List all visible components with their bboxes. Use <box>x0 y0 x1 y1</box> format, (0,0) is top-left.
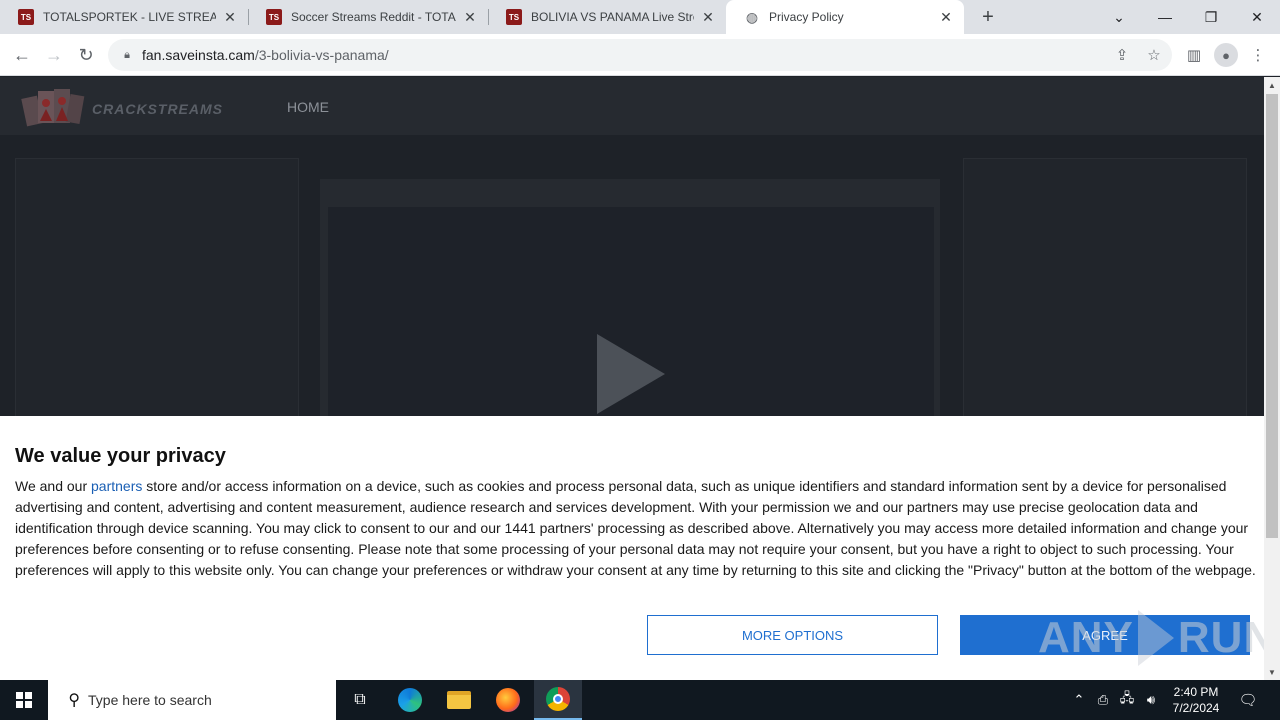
firefox-icon <box>496 688 520 712</box>
address-bar[interactable]: 🔒︎ fan.saveinsta.cam/3-bolivia-vs-panama… <box>108 39 1172 71</box>
tab-title: BOLIVIA VS PANAMA Live Stream <box>531 10 694 24</box>
forward-arrow-icon[interactable]: → <box>41 42 67 68</box>
clock-time: 2:40 PM <box>1173 685 1219 699</box>
browser-toolbar: ← → ↻ 🔒︎ fan.saveinsta.cam/3-bolivia-vs-… <box>0 34 1280 76</box>
more-options-button[interactable]: MORE OPTIONS <box>647 615 938 655</box>
taskbar-chrome[interactable] <box>534 680 582 720</box>
consent-text-intro: We and our <box>15 478 92 494</box>
task-view-button[interactable]: ⧉ <box>336 680 384 720</box>
search-icon: ⚲ <box>68 692 80 709</box>
right-ad-panel <box>963 158 1247 458</box>
scrollbar-thumb[interactable] <box>1266 94 1278 538</box>
url-host: fan.saveinsta.cam <box>142 47 255 63</box>
close-tab-icon[interactable]: ✕ <box>938 9 954 25</box>
scroll-up-arrow-icon[interactable]: ▲ <box>1264 77 1280 93</box>
play-icon[interactable] <box>597 334 665 414</box>
taskbar-firefox[interactable] <box>484 680 532 720</box>
watermark-text-left: ANY <box>1038 613 1134 662</box>
side-panel-icon[interactable]: ▥ <box>1182 43 1206 67</box>
edge-icon <box>398 688 422 712</box>
taskbar-clock[interactable]: 2:40 PM 7/2/2024 <box>1168 684 1224 716</box>
volume-icon[interactable]: 🔊︎ <box>1140 680 1162 720</box>
left-ad-panel <box>15 158 299 458</box>
clock-date: 7/2/2024 <box>1172 701 1220 715</box>
crackstreams-logo-icon[interactable] <box>20 85 86 127</box>
url-path: /3-bolivia-vs-panama/ <box>254 47 389 63</box>
consent-text-body: store and/or access information on a dev… <box>15 478 1256 578</box>
totalsportek-favicon-icon: TS <box>18 9 34 25</box>
task-view-icon: ⧉ <box>354 691 366 708</box>
windows-taskbar: ⚲ Type here to search ⧉ ⌃ ⎙ 🖧︎ 🔊︎ 2:40 P… <box>0 680 1280 720</box>
taskbar-file-explorer[interactable] <box>435 680 483 720</box>
globe-icon: ◍ <box>745 8 759 25</box>
start-button[interactable] <box>0 680 48 720</box>
new-tab-button[interactable]: + <box>976 5 1000 29</box>
taskbar-edge[interactable] <box>386 680 434 720</box>
web-page: CRACKSTREAMS HOME We value your privacy … <box>0 77 1264 680</box>
site-logo-text[interactable]: CRACKSTREAMS <box>92 101 223 117</box>
anyrun-watermark: ANY RUN <box>1038 608 1264 668</box>
tab-soccer-streams[interactable]: TS Soccer Streams Reddit - TOTALSPORTEK … <box>248 0 488 34</box>
close-tab-icon[interactable]: ✕ <box>462 9 478 25</box>
watermark-text-right: RUN <box>1177 613 1264 662</box>
tab-search-chevron-down-icon[interactable]: ⌄ <box>1096 0 1142 34</box>
network-icon[interactable]: 🖧︎ <box>1116 680 1138 720</box>
chrome-icon <box>546 687 570 711</box>
reload-icon[interactable]: ↻ <box>73 42 99 68</box>
consent-text: We and our partners store and/or access … <box>15 476 1261 581</box>
url-text[interactable]: fan.saveinsta.cam/3-bolivia-vs-panama/ <box>142 47 389 63</box>
close-tab-icon[interactable]: ✕ <box>222 9 238 25</box>
windows-logo-icon <box>16 692 32 708</box>
profile-avatar-icon[interactable]: ● <box>1214 43 1238 67</box>
privacy-consent-banner: We value your privacy We and our partner… <box>0 416 1264 680</box>
tab-title: Privacy Policy <box>769 10 844 24</box>
search-placeholder: Type here to search <box>88 692 212 708</box>
partners-link[interactable]: partners <box>91 478 142 494</box>
site-header: CRACKSTREAMS HOME <box>0 77 1264 135</box>
browser-tab-strip: TS TOTALSPORTEK - LIVE STREAMS ✕ TS Socc… <box>0 0 1280 34</box>
tray-device-icon[interactable]: ⎙ <box>1092 680 1114 720</box>
taskbar-search-box[interactable]: ⚲ Type here to search <box>48 680 336 720</box>
folder-icon <box>447 691 471 709</box>
tray-chevron-up-icon[interactable]: ⌃ <box>1068 680 1090 720</box>
scroll-down-arrow-icon[interactable]: ▼ <box>1264 664 1280 680</box>
page-scrollbar[interactable]: ▲ ▼ <box>1264 77 1280 680</box>
tab-title: Soccer Streams Reddit - TOTALSPORTEK <box>291 10 456 24</box>
tab-privacy-policy[interactable]: ◍ Privacy Policy ✕ <box>726 0 964 34</box>
notification-icon[interactable]: 🗨︎ <box>1232 680 1264 720</box>
watermark-play-icon <box>1137 610 1174 666</box>
back-arrow-icon[interactable]: ← <box>9 42 35 68</box>
bookmark-star-icon[interactable]: ☆ <box>1144 45 1164 65</box>
consent-heading: We value your privacy <box>15 445 226 467</box>
tab-title: TOTALSPORTEK - LIVE STREAMS <box>43 10 216 24</box>
tab-bolivia-vs-panama[interactable]: TS BOLIVIA VS PANAMA Live Stream ✕ <box>488 0 726 34</box>
share-icon[interactable]: ⇪ <box>1112 45 1132 65</box>
tab-totalsportek[interactable]: TS TOTALSPORTEK - LIVE STREAMS ✕ <box>0 0 248 34</box>
totalsportek-favicon-icon: TS <box>266 9 282 25</box>
lock-icon[interactable]: 🔒︎ <box>120 49 134 62</box>
totalsportek-favicon-icon: TS <box>506 9 522 25</box>
nav-home-link[interactable]: HOME <box>287 99 329 115</box>
close-tab-icon[interactable]: ✕ <box>700 9 716 25</box>
close-window-icon[interactable]: ✕ <box>1234 0 1280 34</box>
restore-icon[interactable]: ❐ <box>1188 0 1234 34</box>
kebab-menu-icon[interactable]: ⋮ <box>1246 43 1270 67</box>
minimize-icon[interactable]: — <box>1142 0 1188 34</box>
